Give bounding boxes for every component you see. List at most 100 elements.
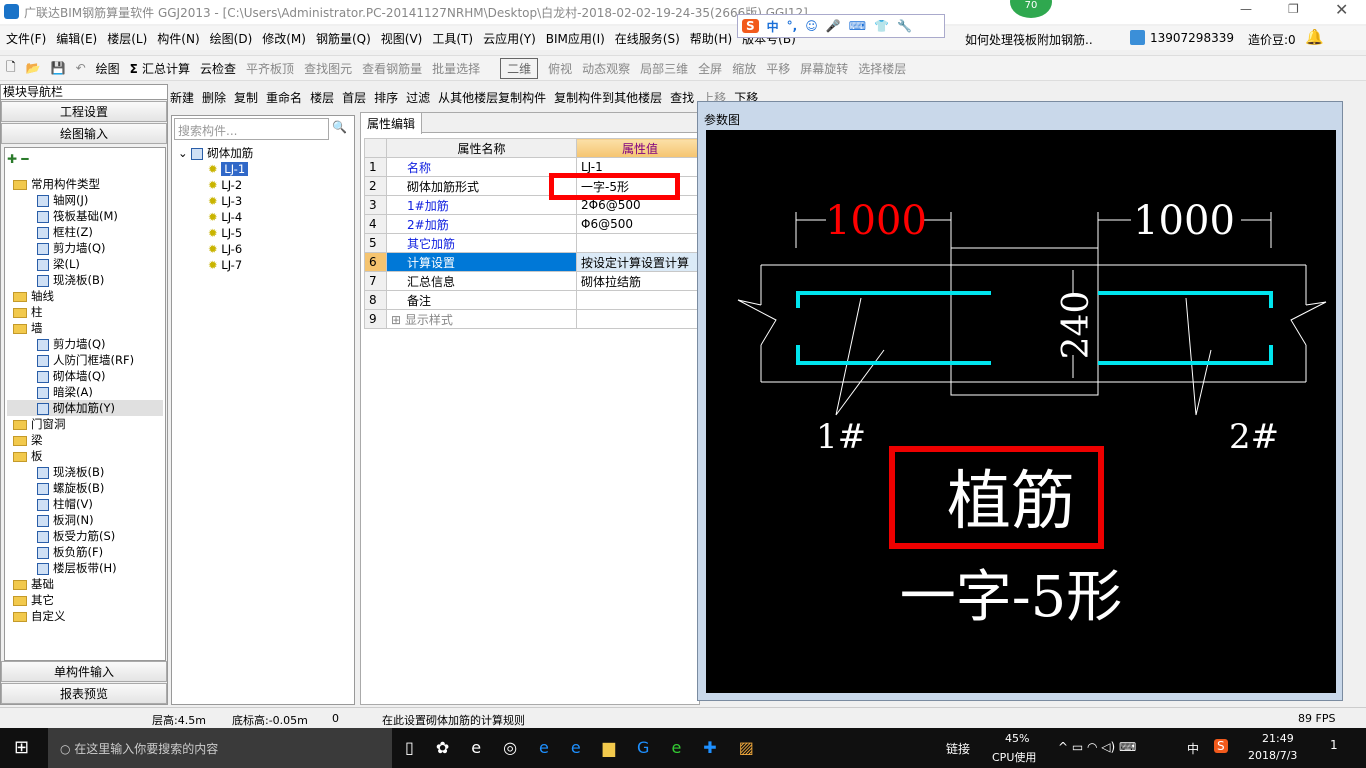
tray-icons[interactable]: ^ ▭ ◠ ◁) ⌨ <box>1058 740 1136 754</box>
undo-icon[interactable]: ↶ <box>76 61 86 75</box>
menu-item[interactable]: 工具(T) <box>432 30 473 47</box>
drawing-input-button[interactable]: 绘图输入 <box>1 123 167 144</box>
filter-button[interactable]: 过滤 <box>406 89 430 106</box>
help-tip-link[interactable]: 如何处理筏板附加钢筋.. <box>965 31 1093 48</box>
user-account[interactable]: 13907298339 <box>1150 31 1234 45</box>
punct-icon[interactable]: °, <box>787 19 798 33</box>
component-item[interactable]: ✹ LJ-5 <box>208 225 253 241</box>
clock-date[interactable]: 2018/7/3 <box>1248 749 1297 762</box>
menu-item[interactable]: 帮助(H) <box>690 30 732 47</box>
property-value[interactable]: Φ6@500 <box>576 214 704 234</box>
project-settings-button[interactable]: 工程设置 <box>1 101 167 122</box>
nav-tree-item[interactable]: 螺旋板(B) <box>7 480 163 496</box>
batch-select-button[interactable]: 批量选择 <box>432 60 480 77</box>
wrench-icon[interactable]: 🔧 <box>897 19 912 33</box>
folder-icon[interactable]: ▆ <box>603 738 615 757</box>
nav-tree-item[interactable]: 轴网(J) <box>7 192 163 208</box>
nav-tree-item[interactable]: 剪力墙(Q) <box>7 336 163 352</box>
property-row[interactable]: 4 2#加筋 Φ6@500 <box>364 214 704 234</box>
new-file-icon[interactable]: 🗋 <box>6 58 16 79</box>
property-row[interactable]: 5 其它加筋 <box>364 233 704 253</box>
sort-button[interactable]: 排序 <box>374 89 398 106</box>
menu-item[interactable]: 修改(M) <box>262 30 306 47</box>
component-item[interactable]: ✹ LJ-2 <box>208 177 253 193</box>
nav-tree-item[interactable]: 筏板基础(M) <box>7 208 163 224</box>
ggj-app-icon[interactable]: ✚ <box>703 738 716 757</box>
sogou-tray-icon[interactable]: S <box>1214 739 1228 753</box>
copy-to-floor-button[interactable]: 复制构件到其他楼层 <box>554 89 662 106</box>
nav-tree-item[interactable]: 人防门框墙(RF) <box>7 352 163 368</box>
shirt-icon[interactable]: 👕 <box>874 19 889 33</box>
component-item[interactable]: ✹ LJ-3 <box>208 193 253 209</box>
mic-icon[interactable]: 🎤 <box>826 19 841 33</box>
nav-tree-item[interactable]: 砌体墙(Q) <box>7 368 163 384</box>
nav-tree-item[interactable]: 板 <box>7 448 163 464</box>
expand-icon[interactable]: ⊞ <box>391 313 405 327</box>
open-file-icon[interactable]: 📂 <box>26 61 41 75</box>
ie-icon[interactable]: e <box>571 738 581 757</box>
nav-tree-item[interactable]: 常用构件类型 <box>7 176 163 192</box>
component-item[interactable]: ✹ LJ-1 <box>208 161 253 177</box>
rotate-button[interactable]: 屏幕旋转 <box>800 60 848 77</box>
nav-tree-item[interactable]: 轴线 <box>7 288 163 304</box>
keyboard-icon[interactable]: ⌨ <box>849 19 866 33</box>
nav-tree-item[interactable]: 框柱(Z) <box>7 224 163 240</box>
nav-tree-item[interactable]: 板受力筋(S) <box>7 528 163 544</box>
emoji-icon[interactable]: ☺ <box>805 19 818 33</box>
nav-tree-item[interactable]: 楼层板带(H) <box>7 560 163 576</box>
nav-tree-item[interactable]: 墙 <box>7 320 163 336</box>
find-button[interactable]: 查找 <box>670 89 694 106</box>
property-value[interactable] <box>576 233 704 253</box>
nav-tree-item[interactable]: 柱帽(V) <box>7 496 163 512</box>
glodon-icon[interactable]: G <box>637 738 649 757</box>
edge-icon[interactable]: e <box>539 738 549 757</box>
find-element-button[interactable]: 查找图元 <box>304 60 352 77</box>
delete-button[interactable]: 删除 <box>202 89 226 106</box>
save-icon[interactable]: 💾 <box>51 61 66 75</box>
tab-property-edit[interactable]: 属性编辑 <box>361 113 423 134</box>
new-button[interactable]: 新建 <box>170 89 194 106</box>
copy-from-floor-button[interactable]: 从其他楼层复制构件 <box>438 89 546 106</box>
nav-tree-item[interactable]: 自定义 <box>7 608 163 624</box>
menu-item[interactable]: 编辑(E) <box>56 30 97 47</box>
property-row[interactable]: 7 汇总信息 砌体拉结筋 <box>364 271 704 291</box>
rename-button[interactable]: 重命名 <box>266 89 302 106</box>
expand-collapse-icons[interactable]: ✚ ━ <box>7 152 163 166</box>
green-e-icon[interactable]: e <box>671 738 681 757</box>
ime-indicator[interactable]: 中 <box>1187 740 1199 757</box>
view-rebar-button[interactable]: 查看钢筋量 <box>362 60 422 77</box>
nav-tree-item[interactable]: 柱 <box>7 304 163 320</box>
taskbar-search-input[interactable]: ○ 在这里输入你要搜索的内容 <box>48 728 392 768</box>
menu-item[interactable]: 绘图(D) <box>210 30 253 47</box>
ie-old-icon[interactable]: e <box>471 738 481 757</box>
local-3d-button[interactable]: 局部三维 <box>640 60 688 77</box>
browser-icon[interactable]: ◎ <box>503 738 517 757</box>
copy-button[interactable]: 复制 <box>234 89 258 106</box>
cloud-check-button[interactable]: 云检查 <box>200 60 236 77</box>
nav-tree-item[interactable]: 剪力墙(Q) <box>7 240 163 256</box>
orbit-button[interactable]: 动态观察 <box>582 60 630 77</box>
menu-item[interactable]: 云应用(Y) <box>483 30 536 47</box>
property-value[interactable] <box>576 309 704 329</box>
nav-tree-item[interactable]: 现浇板(B) <box>7 272 163 288</box>
restore-button[interactable]: ❐ <box>1288 2 1299 16</box>
nav-tree-item[interactable]: 现浇板(B) <box>7 464 163 480</box>
property-value[interactable] <box>576 290 704 310</box>
menu-item[interactable]: 文件(F) <box>6 30 46 47</box>
nav-tree-item[interactable]: 梁(L) <box>7 256 163 272</box>
nav-tree-item[interactable]: 砌体加筋(Y) <box>7 400 163 416</box>
fullscreen-button[interactable]: 全屏 <box>698 60 722 77</box>
fan-icon[interactable]: ✿ <box>436 738 449 757</box>
component-item[interactable]: ✹ LJ-6 <box>208 241 253 257</box>
task-view-icon[interactable]: ▯ <box>405 738 414 757</box>
floor-select[interactable]: 首层 <box>342 89 366 106</box>
nav-tree-item[interactable]: 基础 <box>7 576 163 592</box>
view-mode-select[interactable]: 二维 <box>500 57 539 79</box>
sogou-icon[interactable]: S <box>742 19 759 33</box>
component-item[interactable]: ✹ LJ-4 <box>208 209 253 225</box>
menu-item[interactable]: 楼层(L) <box>107 30 147 47</box>
windows-start-icon[interactable]: ⊞ <box>14 737 29 758</box>
nav-tree-item[interactable]: 其它 <box>7 592 163 608</box>
link-label[interactable]: 链接 <box>946 740 970 757</box>
bell-icon[interactable]: 🔔 <box>1305 28 1324 46</box>
